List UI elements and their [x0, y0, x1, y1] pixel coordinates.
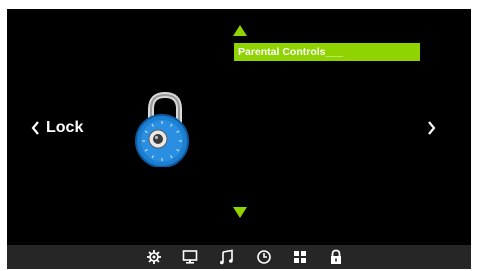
padlock-icon[interactable] — [328, 249, 344, 265]
scroll-down-arrow-icon[interactable] — [233, 207, 247, 218]
chevron-left-icon — [31, 121, 39, 135]
menu-item-parental-controls[interactable]: Parental Controls___ — [234, 43, 420, 61]
next-section-button[interactable] — [427, 121, 436, 140]
previous-section-button[interactable]: Lock — [31, 119, 83, 137]
settings-gear-icon[interactable] — [146, 249, 162, 265]
scroll-up-arrow-icon[interactable] — [233, 25, 247, 36]
monitor-icon[interactable] — [182, 249, 198, 265]
section-title: Lock — [46, 119, 84, 136]
tv-menu-screen: Parental Controls___ Lock — [7, 9, 471, 245]
chevron-right-icon — [428, 121, 436, 135]
combination-lock-icon — [135, 91, 189, 167]
music-note-icon[interactable] — [219, 249, 235, 265]
clock-icon[interactable] — [256, 249, 272, 265]
apps-grid-icon[interactable] — [292, 249, 308, 265]
bottom-menu-bar — [7, 245, 471, 269]
